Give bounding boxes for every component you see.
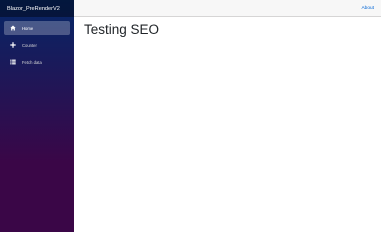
about-link[interactable]: About [361, 6, 374, 11]
sidebar-item-home[interactable]: Home [4, 21, 70, 35]
sidebar-item-counter[interactable]: Counter [4, 38, 70, 52]
nav-menu: Home Counter Fetch data [0, 17, 74, 69]
home-icon [9, 24, 17, 32]
plus-icon [9, 41, 17, 49]
sidebar-item-fetch-data[interactable]: Fetch data [4, 55, 70, 69]
sidebar-item-label: Counter [22, 42, 37, 48]
sidebar-item-label: Fetch data [22, 59, 42, 65]
brand-bar: Blazor_PreRenderV2 [0, 0, 74, 17]
list-icon [9, 58, 17, 66]
sidebar-item-label: Home [22, 25, 34, 31]
top-row: About [74, 0, 381, 17]
page-title: Testing SEO [84, 22, 160, 37]
app-brand-link[interactable]: Blazor_PreRenderV2 [7, 6, 60, 12]
main-content: Testing SEO [74, 17, 381, 232]
sidebar: Blazor_PreRenderV2 Home Counter Fetch da… [0, 0, 74, 232]
